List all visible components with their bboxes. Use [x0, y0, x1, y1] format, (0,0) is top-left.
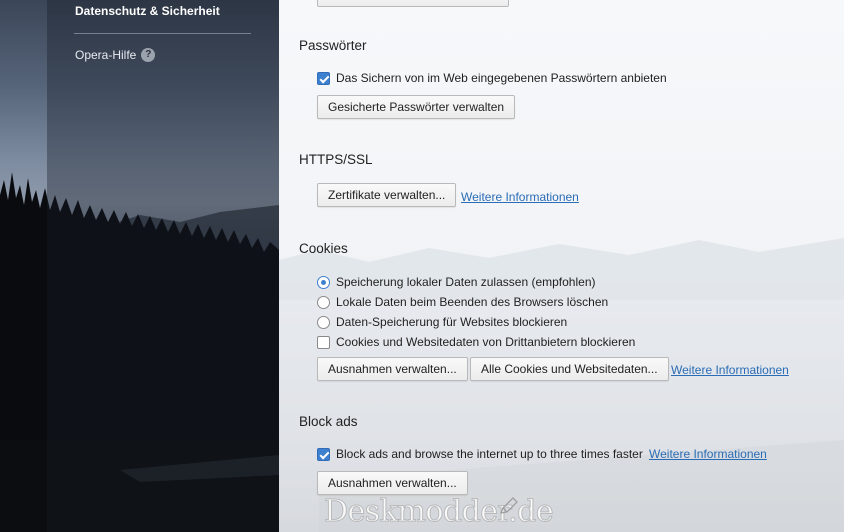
block-ads-more-info-link[interactable]: Weitere Informationen [649, 447, 767, 461]
block-ads-checkbox[interactable] [317, 447, 330, 461]
option-label: Lokale Daten beim Beenden des Browsers l… [336, 295, 609, 309]
all-cookies-button[interactable]: Alle Cookies und Websitedaten... [470, 357, 669, 381]
partial-button[interactable] [317, 0, 509, 7]
ads-exceptions-button[interactable]: Ausnahmen verwalten... [317, 471, 468, 495]
cookies-more-info-link[interactable]: Weitere Informationen [671, 363, 789, 377]
option-label: Block ads and browse the internet up to … [336, 447, 643, 461]
manage-certificates-button[interactable]: Zertifikate verwalten... [317, 183, 457, 207]
manage-passwords-button[interactable]: Gesicherte Passwörter verwalten [317, 95, 516, 119]
option-label: Daten-Speicherung für Websites blockiere… [336, 315, 568, 329]
section-title-cookies: Cookies [299, 241, 348, 256]
cookie-option-allow-local[interactable]: Speicherung lokaler Daten zulassen (empf… [317, 275, 595, 289]
clear-on-exit-radio[interactable] [317, 295, 330, 309]
section-title-block-ads: Block ads [299, 414, 358, 429]
block-third-party-checkbox[interactable] [317, 335, 330, 349]
sidebar-item-opera-help[interactable]: Opera-Hilfe ? [75, 48, 156, 62]
cookie-option-clear-on-exit[interactable]: Lokale Daten beim Beenden des Browsers l… [317, 295, 608, 309]
sidebar-item-label: Opera-Hilfe [75, 48, 137, 62]
help-icon: ? [141, 48, 156, 62]
sidebar-item-privacy-security[interactable]: Datenschutz & Sicherheit [75, 4, 220, 18]
section-title-passwords: Passwörter [299, 38, 367, 53]
sidebar-panel [47, 0, 279, 532]
section-title-https: HTTPS/SSL [299, 152, 373, 167]
block-third-party-option[interactable]: Cookies und Websitedaten von Drittanbiet… [317, 335, 635, 349]
settings-content: Passwörter Das Sichern von im Web eingeg… [279, 0, 844, 532]
option-label: Cookies und Websitedaten von Drittanbiet… [336, 335, 636, 349]
cookie-option-block-storage[interactable]: Daten-Speicherung für Websites blockiere… [317, 315, 567, 329]
block-ads-option[interactable]: Block ads and browse the internet up to … [317, 447, 643, 461]
allow-local-data-radio[interactable] [317, 275, 330, 289]
sidebar-divider [74, 33, 251, 34]
offer-save-passwords-option[interactable]: Das Sichern von im Web eingegebenen Pass… [317, 71, 667, 85]
sidebar: Datenschutz & Sicherheit Opera-Hilfe ? [0, 0, 279, 532]
pencil-icon [500, 497, 518, 514]
offer-save-passwords-checkbox[interactable] [317, 71, 330, 85]
cookie-exceptions-button[interactable]: Ausnahmen verwalten... [317, 357, 468, 381]
block-storage-radio[interactable] [317, 315, 330, 329]
option-label: Speicherung lokaler Daten zulassen (empf… [336, 275, 596, 289]
option-label: Das Sichern von im Web eingegebenen Pass… [336, 71, 667, 85]
https-more-info-link[interactable]: Weitere Informationen [461, 190, 579, 204]
